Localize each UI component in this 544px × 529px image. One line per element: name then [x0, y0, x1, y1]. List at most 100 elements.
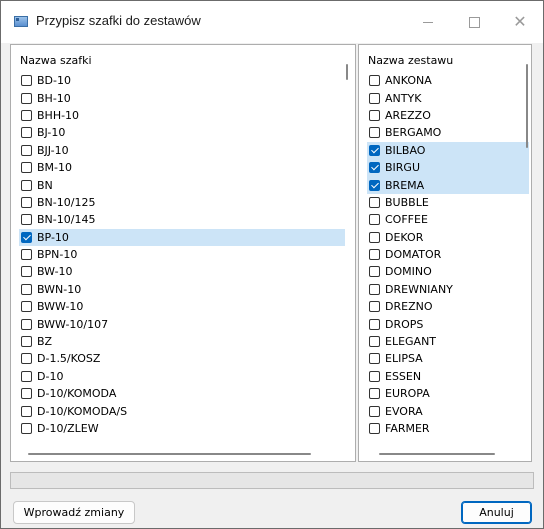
cabinet-list-panel[interactable]: Nazwa szafki BD-10 BH-10 BHH-10 BJ-10 BJJ-10…: [10, 44, 356, 462]
cabinet-checkbox[interactable]: [21, 75, 32, 87]
close-button[interactable]: ✕: [497, 1, 543, 43]
cancel-button[interactable]: Anuluj: [461, 501, 532, 524]
set-list-item[interactable]: COFFEE: [367, 211, 529, 228]
set-list-item[interactable]: ELIPSA: [367, 350, 529, 367]
set-checkbox[interactable]: [369, 370, 380, 382]
cabinet-checkbox[interactable]: [21, 283, 32, 295]
cabinet-checkbox[interactable]: [21, 162, 32, 174]
cabinet-list[interactable]: BD-10 BH-10 BHH-10 BJ-10 BJJ-10 BM-10 BN BN-10/…: [19, 72, 345, 437]
cabinet-checkbox[interactable]: [21, 388, 32, 400]
maximize-button[interactable]: [451, 1, 497, 43]
set-list-item[interactable]: EUROPA: [367, 385, 529, 402]
cabinet-list-item[interactable]: BWW-10: [19, 298, 345, 315]
set-list-item[interactable]: BERGAMO: [367, 124, 529, 141]
set-list-item[interactable]: DOMATOR: [367, 246, 529, 263]
cabinet-list-item[interactable]: BWN-10: [19, 281, 345, 298]
cabinet-list-item[interactable]: BN-10/125: [19, 194, 345, 211]
set-list-item[interactable]: DROPS: [367, 315, 529, 332]
set-checkbox[interactable]: [369, 336, 380, 348]
set-list-item[interactable]: BUBBLE: [367, 194, 529, 211]
cabinet-checkbox[interactable]: [21, 370, 32, 382]
set-list-item[interactable]: BILBAO: [367, 141, 529, 159]
set-checkbox[interactable]: [369, 388, 380, 400]
cabinet-list-item[interactable]: D-10/KOMODA/S: [19, 402, 345, 419]
cabinet-list-item[interactable]: BM-10: [19, 159, 345, 176]
apply-changes-button[interactable]: Wprowadź zmiany: [13, 501, 135, 524]
set-list-item[interactable]: ESSEN: [367, 368, 529, 385]
cabinet-checkbox[interactable]: [21, 231, 32, 243]
cabinet-checkbox[interactable]: [21, 249, 32, 261]
cabinet-checkbox[interactable]: [21, 92, 32, 104]
set-checkbox[interactable]: [369, 423, 380, 434]
cabinet-list-horizontal-scrollbar[interactable]: [28, 453, 311, 455]
cabinet-list-vertical-scrollbar[interactable]: [346, 64, 348, 80]
set-list-item[interactable]: ANKONA: [367, 72, 529, 89]
set-list[interactable]: ANKONA ANTYK AREZZO BERGAMO BILBAO BIRGU BREMA…: [367, 72, 529, 437]
minimize-button[interactable]: [405, 1, 451, 43]
cabinet-checkbox[interactable]: [21, 196, 32, 208]
set-list-item[interactable]: DEKOR: [367, 229, 529, 246]
set-checkbox[interactable]: [369, 266, 380, 278]
cabinet-checkbox[interactable]: [21, 179, 32, 191]
set-checkbox[interactable]: [369, 127, 380, 139]
cabinet-checkbox[interactable]: [21, 144, 32, 156]
set-list-vertical-scrollbar[interactable]: [526, 64, 528, 148]
cabinet-checkbox[interactable]: [21, 266, 32, 278]
set-checkbox[interactable]: [369, 214, 380, 226]
set-checkbox[interactable]: [369, 162, 380, 174]
cabinet-list-item[interactable]: BWW-10/107: [19, 315, 345, 332]
title-bar[interactable]: Przypisz szafki do zestawów ✕: [1, 1, 543, 43]
cabinet-list-item[interactable]: BJJ-10: [19, 142, 345, 159]
set-list-item[interactable]: BREMA: [367, 176, 529, 194]
cabinet-list-item[interactable]: BD-10: [19, 72, 345, 89]
cabinet-checkbox[interactable]: [21, 353, 32, 365]
cabinet-list-item[interactable]: BJ-10: [19, 124, 345, 141]
cabinet-checkbox[interactable]: [21, 318, 32, 330]
set-checkbox[interactable]: [369, 196, 380, 208]
cabinet-list-item[interactable]: D-1.5/KOSZ: [19, 350, 345, 367]
set-checkbox[interactable]: [369, 231, 380, 243]
set-list-item[interactable]: BIRGU: [367, 158, 529, 177]
cabinet-checkbox[interactable]: [21, 405, 32, 417]
set-list-item[interactable]: DREWNIANY: [367, 281, 529, 298]
cabinet-checkbox[interactable]: [21, 127, 32, 139]
cabinet-list-item[interactable]: D-10/KOMODA: [19, 385, 345, 402]
cabinet-list-item[interactable]: D-10: [19, 368, 345, 385]
set-checkbox[interactable]: [369, 179, 380, 191]
cabinet-checkbox[interactable]: [21, 109, 32, 121]
set-checkbox[interactable]: [369, 109, 380, 121]
cabinet-checkbox[interactable]: [21, 423, 32, 434]
set-checkbox[interactable]: [369, 283, 380, 295]
cabinet-list-item[interactable]: BZ: [19, 333, 345, 350]
cabinet-checkbox[interactable]: [21, 336, 32, 348]
set-checkbox[interactable]: [369, 75, 380, 87]
cabinet-list-item[interactable]: BN-10/145: [19, 211, 345, 228]
set-checkbox[interactable]: [369, 92, 380, 104]
cabinet-list-item[interactable]: BH-10: [19, 89, 345, 106]
set-checkbox[interactable]: [369, 249, 380, 261]
set-list-item[interactable]: EVORA: [367, 402, 529, 419]
set-list-item[interactable]: DREZNO: [367, 298, 529, 315]
cabinet-item-label: BH-10: [37, 91, 71, 105]
set-list-item[interactable]: AREZZO: [367, 107, 529, 124]
cabinet-list-item[interactable]: BN: [19, 176, 345, 193]
set-list-item[interactable]: FARMER: [367, 420, 529, 437]
set-checkbox[interactable]: [369, 318, 380, 330]
set-list-panel[interactable]: Nazwa zestawu ANKONA ANTYK AREZZO BERGAMO BI…: [358, 44, 532, 462]
cabinet-list-item[interactable]: BHH-10: [19, 107, 345, 124]
cabinet-list-item[interactable]: BW-10: [19, 263, 345, 280]
cabinet-checkbox[interactable]: [21, 214, 32, 226]
set-checkbox[interactable]: [369, 301, 380, 313]
cabinet-list-item[interactable]: BP-10: [19, 228, 345, 246]
set-item-label: BILBAO: [385, 143, 426, 157]
set-list-item[interactable]: DOMINO: [367, 263, 529, 280]
cabinet-list-item[interactable]: D-10/ZLEW: [19, 420, 345, 437]
set-list-item[interactable]: ANTYK: [367, 89, 529, 106]
set-list-horizontal-scrollbar[interactable]: [379, 453, 495, 455]
set-checkbox[interactable]: [369, 405, 380, 417]
cabinet-checkbox[interactable]: [21, 301, 32, 313]
cabinet-list-item[interactable]: BPN-10: [19, 246, 345, 263]
set-checkbox[interactable]: [369, 353, 380, 365]
set-list-item[interactable]: ELEGANT: [367, 333, 529, 350]
set-checkbox[interactable]: [369, 144, 380, 156]
